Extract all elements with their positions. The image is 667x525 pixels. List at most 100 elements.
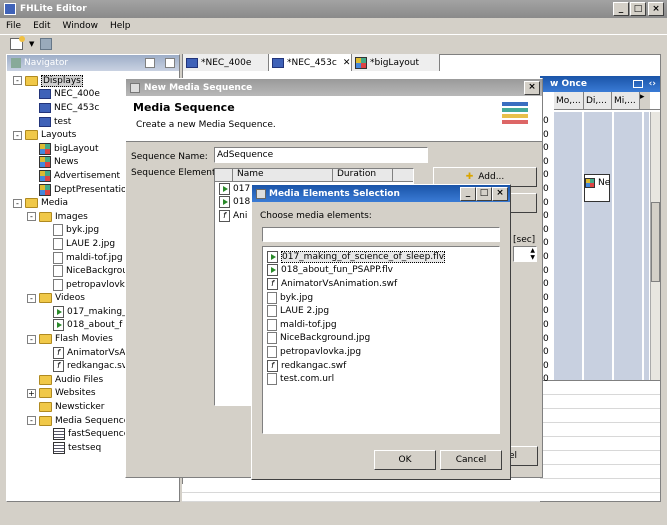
- media-list-item[interactable]: f redkangac.swf: [263, 359, 499, 373]
- flash-icon: f: [53, 346, 64, 359]
- media-list-item[interactable]: maldi-tof.jpg: [263, 318, 499, 332]
- menu-edit[interactable]: Edit: [33, 21, 50, 31]
- selection-maximize-button[interactable]: □: [476, 186, 492, 201]
- close-tab-icon[interactable]: ✕: [343, 58, 351, 68]
- maximize-button[interactable]: □: [630, 2, 646, 16]
- sequence-name-input[interactable]: [214, 147, 428, 163]
- tree-item-label: Flash Movies: [55, 334, 113, 345]
- media-list-item-label: LAUE 2.jpg: [280, 306, 330, 317]
- tab-nec-400e[interactable]: *NEC_400e: [183, 54, 269, 71]
- expand-toggle-icon[interactable]: -: [27, 212, 36, 222]
- menu-bar: File Edit Window Help: [0, 18, 667, 33]
- media-list-item[interactable]: LAUE 2.jpg: [263, 304, 499, 318]
- app-icon: [4, 3, 16, 15]
- flash-icon: f: [267, 277, 278, 290]
- tree-item-label: Displays: [41, 74, 83, 87]
- tree-item-label: Audio Files: [55, 374, 104, 385]
- navigator-title: Navigator: [24, 58, 69, 68]
- vid-icon: [219, 196, 230, 209]
- schedule-grid: [554, 112, 649, 380]
- new-icon[interactable]: [10, 35, 25, 50]
- expand-toggle-icon[interactable]: -: [27, 293, 36, 303]
- tree-item-label: News: [54, 157, 79, 168]
- media-filter-input[interactable]: [262, 227, 500, 242]
- expand-toggle-icon[interactable]: -: [13, 198, 22, 208]
- row-marker: 0: [543, 347, 549, 358]
- row-marker: 0: [543, 374, 549, 385]
- seq-icon: [53, 428, 65, 441]
- tab-biglayout[interactable]: *bigLayout: [352, 54, 440, 71]
- row-marker: 0: [543, 143, 549, 154]
- sequence-row-label: 017: [233, 183, 251, 194]
- doc-icon: [267, 305, 277, 318]
- folder-icon: [39, 334, 52, 345]
- cancel-button[interactable]: Cancel: [440, 450, 502, 470]
- tree-item-label: 018_about_f: [67, 320, 123, 331]
- media-list-item[interactable]: petropavlovka.jpg: [263, 345, 499, 359]
- scroll-right-icon[interactable]: ▸: [640, 92, 650, 109]
- expand-toggle-icon[interactable]: +: [27, 388, 36, 398]
- layout-icon[interactable]: [632, 80, 643, 88]
- media-list-item-label: AnimatorVsAnimation.swf: [281, 278, 398, 289]
- tree-item-label: Images: [55, 211, 88, 222]
- media-list-item-label: 017_making_of_science_of_sleep.flv: [281, 250, 446, 263]
- spinner-up-icon[interactable]: ▲: [530, 247, 535, 254]
- media-list-item[interactable]: 018_about_fun_PSAPP.flv: [263, 264, 499, 278]
- media-list-item[interactable]: 017_making_of_science_of_sleep.flv: [263, 250, 499, 264]
- row-marker: 0: [543, 360, 549, 371]
- expand-toggle-icon[interactable]: -: [13, 130, 22, 140]
- schedule-scrollbar[interactable]: [650, 112, 660, 380]
- media-list-item[interactable]: test.com.url: [263, 372, 499, 386]
- ok-button[interactable]: OK: [374, 450, 436, 470]
- selection-dialog-icon: [256, 188, 266, 199]
- row-marker: 0: [543, 319, 549, 330]
- wizard-title: Media Sequence: [133, 101, 235, 114]
- vid-icon: [267, 264, 278, 277]
- expand-icon[interactable]: ‹›: [649, 79, 656, 89]
- expand-toggle-icon[interactable]: -: [27, 416, 36, 426]
- seq-icon: [53, 441, 65, 454]
- col-name-header[interactable]: Name: [233, 169, 333, 181]
- selection-minimize-button[interactable]: _: [460, 186, 476, 201]
- spinner-down-icon[interactable]: ▼: [530, 254, 535, 261]
- media-list-item-label: NiceBackground.jpg: [280, 333, 371, 344]
- expand-toggle-icon[interactable]: -: [13, 76, 22, 86]
- expand-toggle-icon[interactable]: -: [27, 334, 36, 344]
- flash-icon: f: [219, 209, 230, 222]
- tree-item-label: Newsticker: [55, 402, 105, 413]
- editor-tabs: *NEC_400e *NEC_453c ✕ *bigLayout: [183, 54, 440, 71]
- schedule-event[interactable]: Ne: [584, 174, 610, 202]
- media-selection-titlebar: Media Elements Selection _ □ ×: [252, 185, 510, 202]
- dialog-close-button[interactable]: ×: [524, 80, 540, 95]
- save-icon[interactable]: [40, 37, 53, 50]
- selection-close-button[interactable]: ×: [492, 186, 508, 201]
- media-list-item[interactable]: f AnimatorVsAnimation.swf: [263, 277, 499, 291]
- add-icon[interactable]: +: [145, 58, 155, 68]
- collapse-icon[interactable]: −: [165, 58, 175, 68]
- tree-item-label: Media: [41, 198, 69, 209]
- row-marker: 0: [543, 265, 549, 276]
- menu-help[interactable]: Help: [110, 21, 131, 31]
- toolbar: ▼: [0, 34, 667, 52]
- tree-item-label: LAUE 2.jpg: [66, 238, 116, 249]
- doc-icon: [53, 251, 63, 264]
- media-list-item-label: maldi-tof.jpg: [280, 319, 337, 330]
- dropdown-arrow-icon[interactable]: ▼: [29, 40, 34, 48]
- tree-item-label: petropavlovk: [66, 279, 125, 290]
- col-duration-header[interactable]: Duration: [333, 169, 393, 181]
- duration-spinner[interactable]: ▲ ▼: [513, 246, 537, 262]
- menu-file[interactable]: File: [6, 21, 21, 31]
- minimize-button[interactable]: _: [613, 2, 629, 16]
- menu-window[interactable]: Window: [63, 21, 99, 31]
- close-button[interactable]: ×: [648, 2, 664, 16]
- monitor-icon: [39, 89, 51, 100]
- navigator-icon: [11, 58, 21, 68]
- row-marker: 0: [543, 238, 549, 249]
- flash-icon: f: [267, 359, 278, 372]
- folder-icon: [39, 388, 52, 399]
- doc-icon: [267, 345, 277, 358]
- media-list-item[interactable]: NiceBackground.jpg: [263, 332, 499, 346]
- row-marker: 0: [543, 333, 549, 344]
- media-list-item[interactable]: byk.jpg: [263, 291, 499, 305]
- tab-nec-453c[interactable]: *NEC_453c ✕: [269, 54, 352, 71]
